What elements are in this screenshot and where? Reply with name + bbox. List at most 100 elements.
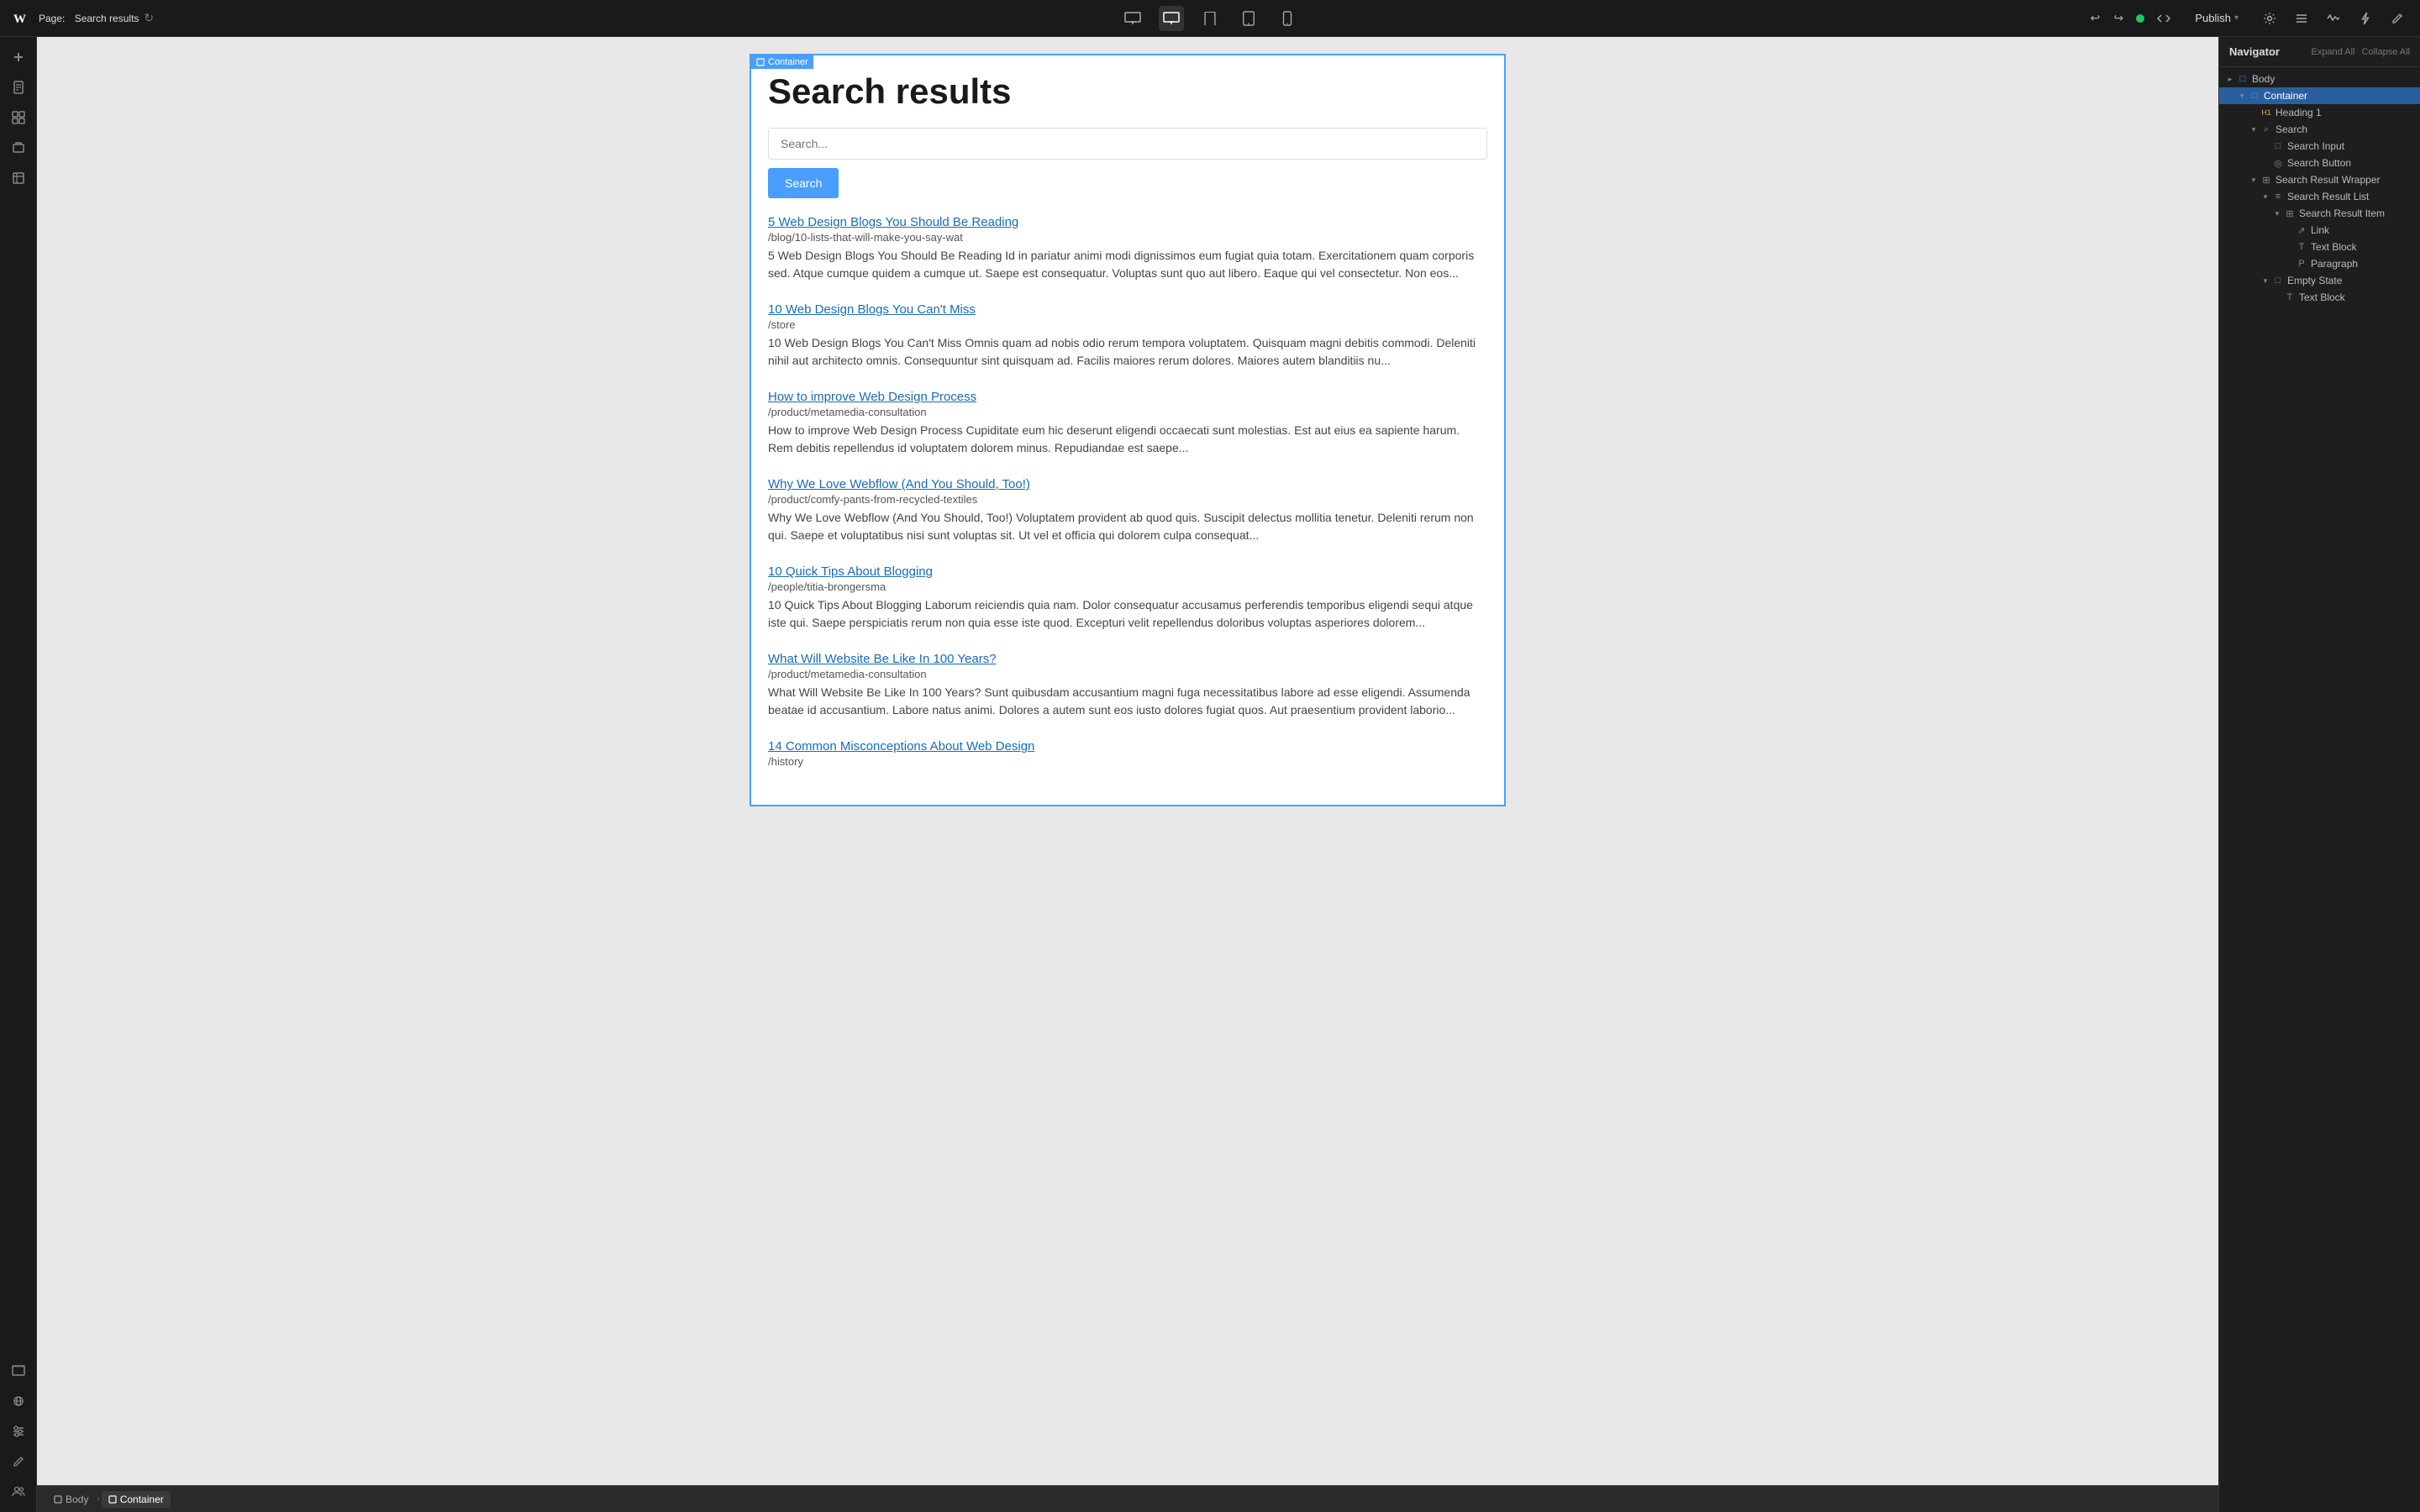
topbar-left: W Page: Search results ↻ — [10, 7, 1113, 30]
undo-button[interactable]: ↩ — [2084, 8, 2106, 29]
result-link[interactable]: 5 Web Design Blogs You Should Be Reading — [768, 215, 1487, 229]
result-url: /people/titia-brongersma — [768, 580, 1487, 593]
tree-label: Search — [2275, 123, 2413, 135]
device-desktop[interactable] — [1159, 6, 1184, 31]
result-link[interactable]: 14 Common Misconceptions About Web Desig… — [768, 739, 1487, 753]
bottom-bar: Body › Container — [37, 1485, 2218, 1512]
tree-item-text-block[interactable]: T Text Block — [2219, 239, 2420, 255]
sidebar-sliders[interactable] — [5, 1418, 32, 1445]
result-link[interactable]: Why We Love Webflow (And You Should, Too… — [768, 477, 1487, 491]
publish-button[interactable]: Publish ▾ — [2183, 6, 2250, 31]
tree-icon-empty: □ — [2271, 276, 2285, 286]
tree-item-heading1[interactable]: H1 Heading 1 — [2219, 104, 2420, 121]
device-mobile[interactable] — [1275, 6, 1300, 31]
tree-icon-button: ◎ — [2271, 158, 2285, 169]
sidebar-team[interactable] — [5, 1478, 32, 1505]
tree-icon-item: ⊞ — [2283, 208, 2296, 219]
tree-item-paragraph[interactable]: P Paragraph — [2219, 255, 2420, 272]
undo-redo: ↩ ↪ — [2084, 8, 2129, 29]
breadcrumb-container[interactable]: Container — [102, 1491, 171, 1508]
tree-icon-container: □ — [2248, 91, 2261, 101]
tree-label: Body — [2252, 73, 2413, 85]
tree-arrow — [2236, 92, 2248, 101]
result-description: 10 Quick Tips About Blogging Laborum rei… — [768, 596, 1487, 632]
result-url: /product/comfy-pants-from-recycled-texti… — [768, 493, 1487, 506]
tree-item-search-button[interactable]: ◎ Search Button — [2219, 155, 2420, 171]
sidebar-add[interactable] — [5, 44, 32, 71]
tree-icon-text: T — [2283, 292, 2296, 302]
tree-item-search-result-list[interactable]: ≡ Search Result List — [2219, 188, 2420, 205]
tree-icon-wrapper: ⊞ — [2260, 175, 2273, 186]
sidebar-components[interactable] — [5, 104, 32, 131]
result-description: Why We Love Webflow (And You Should, Too… — [768, 509, 1487, 544]
tree-item-container[interactable]: □ Container — [2219, 87, 2420, 104]
device-desktop-large[interactable] — [1120, 6, 1145, 31]
tree-label: Search Result Wrapper — [2275, 174, 2413, 186]
tree-item-search[interactable]: ⌕ Search — [2219, 121, 2420, 138]
tree-arrow — [2260, 192, 2271, 202]
topbar: W Page: Search results ↻ ↩ ↪ — [0, 0, 2420, 37]
result-description: 5 Web Design Blogs You Should Be Reading… — [768, 247, 1487, 282]
left-sidebar — [0, 37, 37, 1512]
result-item: Why We Love Webflow (And You Should, Too… — [768, 477, 1487, 544]
canvas-scroll[interactable]: Container Search results Search 5 Web De… — [37, 37, 2218, 1485]
settings-icon[interactable] — [2257, 6, 2282, 31]
tree-item-empty-state[interactable]: □ Empty State — [2219, 272, 2420, 289]
tree-icon-link: ⇗ — [2295, 225, 2308, 236]
result-link[interactable]: 10 Quick Tips About Blogging — [768, 564, 1487, 579]
tree-label: Search Result Item — [2299, 207, 2413, 219]
lightning-icon[interactable] — [2353, 6, 2378, 31]
status-indicator — [2136, 14, 2144, 23]
publish-chevron: ▾ — [2234, 13, 2238, 23]
collapse-all-button[interactable]: Collapse All — [2362, 47, 2410, 57]
tree-label: Link — [2311, 224, 2413, 236]
tree-item-body[interactable]: □ Body — [2219, 71, 2420, 87]
tree-label: Search Result List — [2287, 191, 2413, 202]
result-url: /blog/10-lists-that-will-make-you-say-wa… — [768, 231, 1487, 244]
right-panel: Navigator Expand All Collapse All □ Body… — [2218, 37, 2420, 1512]
tree-icon-list: ≡ — [2271, 192, 2285, 202]
topbar-right: ↩ ↪ Publish ▾ — [1307, 6, 2410, 31]
search-input[interactable] — [768, 128, 1487, 160]
result-link[interactable]: How to improve Web Design Process — [768, 390, 1487, 404]
tree-item-link[interactable]: ⇗ Link — [2219, 222, 2420, 239]
sidebar-cms[interactable] — [5, 165, 32, 192]
pen-icon[interactable] — [2385, 6, 2410, 31]
tree-label: Paragraph — [2311, 258, 2413, 270]
device-tablet-landscape[interactable] — [1197, 6, 1223, 31]
result-item: 10 Web Design Blogs You Can't Miss /stor… — [768, 302, 1487, 370]
tree-label: Text Block — [2299, 291, 2413, 303]
page-wrapper: Container Search results Search 5 Web De… — [750, 54, 1506, 806]
webflow-logo[interactable]: W — [10, 7, 34, 30]
result-link[interactable]: What Will Website Be Like In 100 Years? — [768, 652, 1487, 666]
page-title: Search results — [768, 72, 1487, 111]
tree-label: Search Button — [2287, 157, 2413, 169]
device-tablet[interactable] — [1236, 6, 1261, 31]
sidebar-pages[interactable] — [5, 74, 32, 101]
sidebar-assets[interactable] — [5, 134, 32, 161]
tree-icon-input: □ — [2271, 141, 2285, 151]
tree-icon-container: □ — [2236, 74, 2249, 84]
result-item: How to improve Web Design Process /produ… — [768, 390, 1487, 457]
activity-icon[interactable] — [2321, 6, 2346, 31]
sidebar-grid[interactable] — [5, 1388, 32, 1415]
result-description: What Will Website Be Like In 100 Years? … — [768, 684, 1487, 719]
breadcrumb-body[interactable]: Body — [47, 1491, 95, 1508]
menu-icon[interactable] — [2289, 6, 2314, 31]
sidebar-editor[interactable] — [5, 1448, 32, 1475]
sidebar-preview[interactable] — [5, 1357, 32, 1384]
code-editor-toggle[interactable] — [2151, 6, 2176, 31]
redo-button[interactable]: ↪ — [2107, 8, 2129, 29]
tree-item-search-input[interactable]: □ Search Input — [2219, 138, 2420, 155]
tree-item-text-block-2[interactable]: T Text Block — [2219, 289, 2420, 306]
result-link[interactable]: 10 Web Design Blogs You Can't Miss — [768, 302, 1487, 317]
navigator-tree: □ Body □ Container H1 Heading 1 ⌕ Search… — [2219, 67, 2420, 1512]
tree-arrow — [2248, 176, 2260, 185]
search-button[interactable]: Search — [768, 168, 839, 198]
tree-arrow — [2271, 209, 2283, 218]
tree-item-search-result-item[interactable]: ⊞ Search Result Item — [2219, 205, 2420, 222]
tree-item-search-result-wrapper[interactable]: ⊞ Search Result Wrapper — [2219, 171, 2420, 188]
result-item: 5 Web Design Blogs You Should Be Reading… — [768, 215, 1487, 282]
expand-all-button[interactable]: Expand All — [2312, 47, 2355, 57]
refresh-icon[interactable]: ↻ — [144, 11, 154, 25]
